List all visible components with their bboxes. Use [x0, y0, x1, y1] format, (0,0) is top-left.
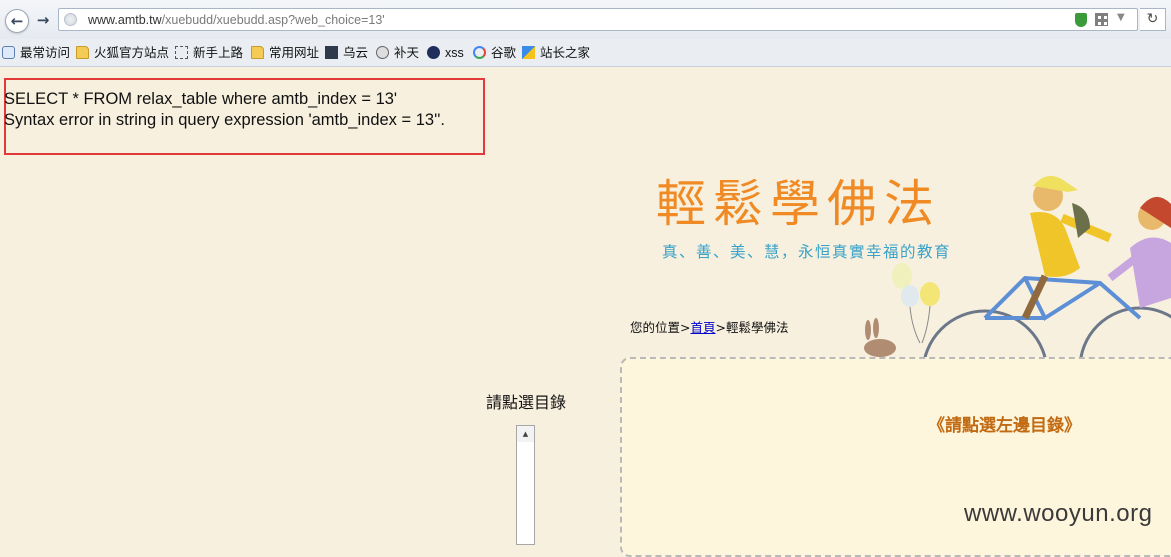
bookmarks-bar: 最常访问 火狐官方站点 新手上路 常用网址 乌云 补天 xss 谷歌 站长之家 [0, 39, 1171, 67]
star-page-icon [2, 46, 15, 59]
sql-query-text: SELECT * FROM relax_table where amtb_ind… [4, 90, 398, 108]
bookmark-wooyun[interactable]: 乌云 [325, 45, 368, 61]
back-button[interactable]: ← [5, 9, 29, 33]
content-message: 《請點選左邊目錄》 [928, 416, 1081, 436]
bookmark-getting-started[interactable]: 新手上路 [175, 45, 243, 61]
scroll-up-button[interactable]: ▲ [517, 426, 534, 442]
menu-title: 請點選目錄 [486, 393, 567, 412]
reload-button[interactable]: ↻ [1140, 8, 1166, 31]
breadcrumb-current: >輕鬆學佛法 [715, 320, 789, 335]
reload-icon: ↻ [1146, 11, 1159, 27]
bookmark-label: 乌云 [343, 46, 369, 60]
url-path: /xuebudd/xuebudd.asp?web_choice=13' [161, 13, 385, 27]
bookmark-label: 补天 [394, 46, 420, 60]
cyclists-illustration [864, 175, 1171, 358]
menu-listbox[interactable]: ▲ [516, 425, 535, 545]
bookmark-xss[interactable]: xss [427, 45, 464, 61]
bookmark-label: 谷歌 [491, 46, 517, 60]
shield-icon[interactable] [1075, 13, 1087, 27]
arrow-right-icon: → [36, 11, 50, 29]
site-identity-icon[interactable] [64, 13, 77, 26]
bookmark-label: 最常访问 [20, 46, 71, 60]
zz-icon [522, 46, 535, 59]
xss-icon [427, 46, 440, 59]
bookmark-butian[interactable]: 补天 [376, 45, 419, 61]
bookmark-label: xss [445, 46, 464, 60]
forward-button[interactable]: → [33, 10, 53, 30]
bookmark-firefox-official[interactable]: 火狐官方站点 [76, 45, 169, 61]
chevron-down-icon[interactable]: ▼ [1117, 12, 1125, 23]
address-bar[interactable]: www.amtb.tw/xuebudd/xuebudd.asp?web_choi… [58, 8, 1138, 31]
bookmark-most-visited[interactable]: 最常访问 [2, 45, 70, 61]
bookmark-label: 常用网址 [269, 46, 320, 60]
browser-toolbar: ← → www.amtb.tw/xuebudd/xuebudd.asp?web_… [0, 0, 1171, 39]
url-host: www.amtb.tw [88, 13, 162, 27]
bookmark-label: 新手上路 [193, 46, 244, 60]
star-icon [376, 46, 389, 59]
chevron-up-icon: ▲ [522, 430, 529, 438]
bookmark-label: 站长之家 [540, 46, 591, 60]
sql-error-message: Syntax error in string in query expressi… [4, 111, 445, 129]
breadcrumb-home-link[interactable]: 首頁 [690, 320, 715, 335]
breadcrumb-prefix: 您的位置> [630, 320, 691, 335]
breadcrumb: 您的位置>首頁>輕鬆學佛法 [630, 317, 788, 336]
wooyun-icon [325, 46, 338, 59]
arrow-left-icon: ← [10, 12, 24, 30]
dashed-page-icon [175, 46, 188, 59]
url-text[interactable]: www.amtb.tw/xuebudd/xuebudd.asp?web_choi… [88, 13, 385, 27]
bookmark-common-sites[interactable]: 常用网址 [251, 45, 319, 61]
watermark: www.wooyun.org [964, 500, 1153, 527]
folder-icon [251, 46, 264, 59]
qr-code-icon[interactable] [1095, 13, 1108, 26]
bookmark-chinaz[interactable]: 站长之家 [522, 45, 590, 61]
folder-icon [76, 46, 89, 59]
google-icon [473, 46, 486, 59]
bookmark-label: 火狐官方站点 [94, 46, 170, 60]
bookmark-google[interactable]: 谷歌 [473, 45, 516, 61]
